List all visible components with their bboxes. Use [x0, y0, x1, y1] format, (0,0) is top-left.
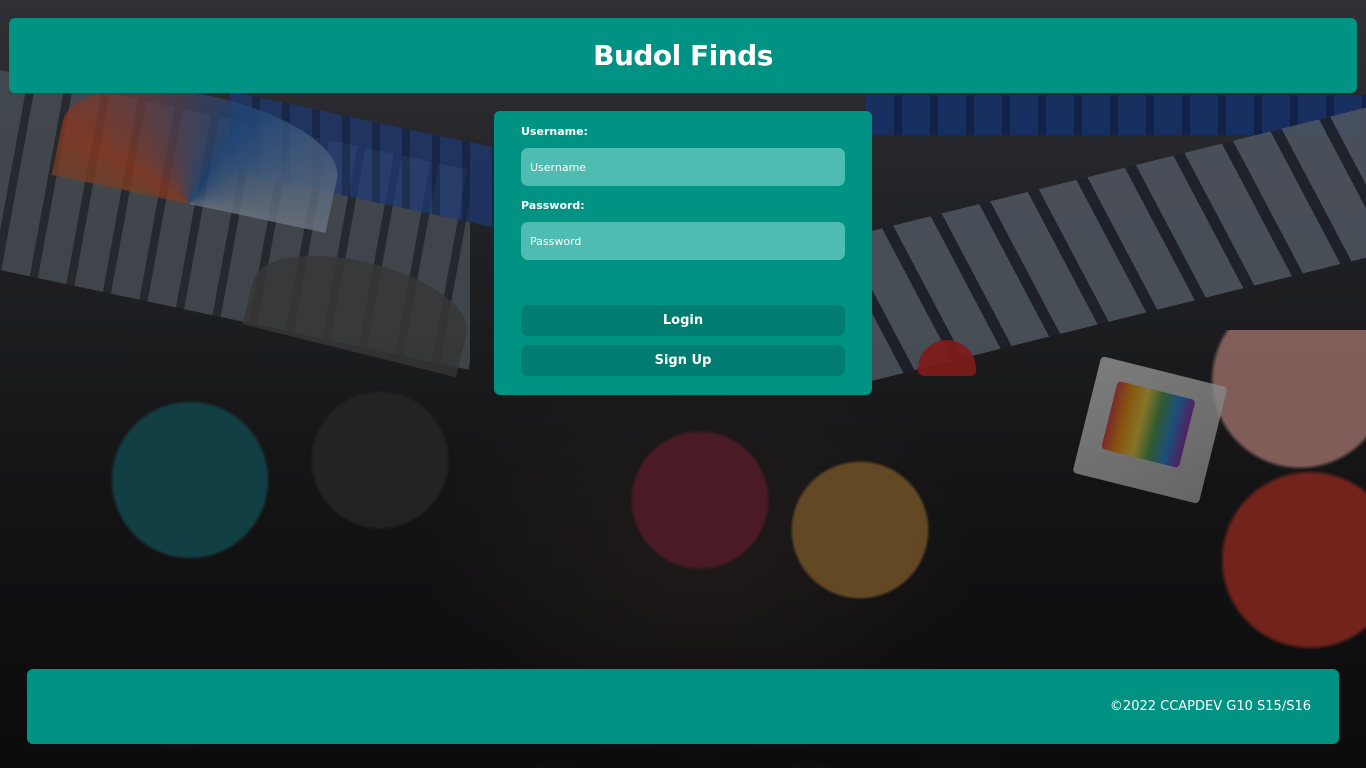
username-label: Username: — [521, 125, 588, 138]
signup-button[interactable]: Sign Up — [521, 345, 845, 376]
site-footer: ©2022 CCAPDEV G10 S15/S16 — [27, 669, 1339, 744]
copyright-text: ©2022 CCAPDEV G10 S15/S16 — [1109, 699, 1311, 714]
site-header: Budol Finds — [9, 18, 1357, 93]
login-form: Username: Password: Login Sign Up — [494, 111, 872, 395]
password-input[interactable] — [521, 222, 845, 260]
site-title: Budol Finds — [593, 39, 773, 72]
username-input[interactable] — [521, 148, 845, 186]
password-label: Password: — [521, 199, 585, 212]
login-button[interactable]: Login — [521, 305, 845, 336]
